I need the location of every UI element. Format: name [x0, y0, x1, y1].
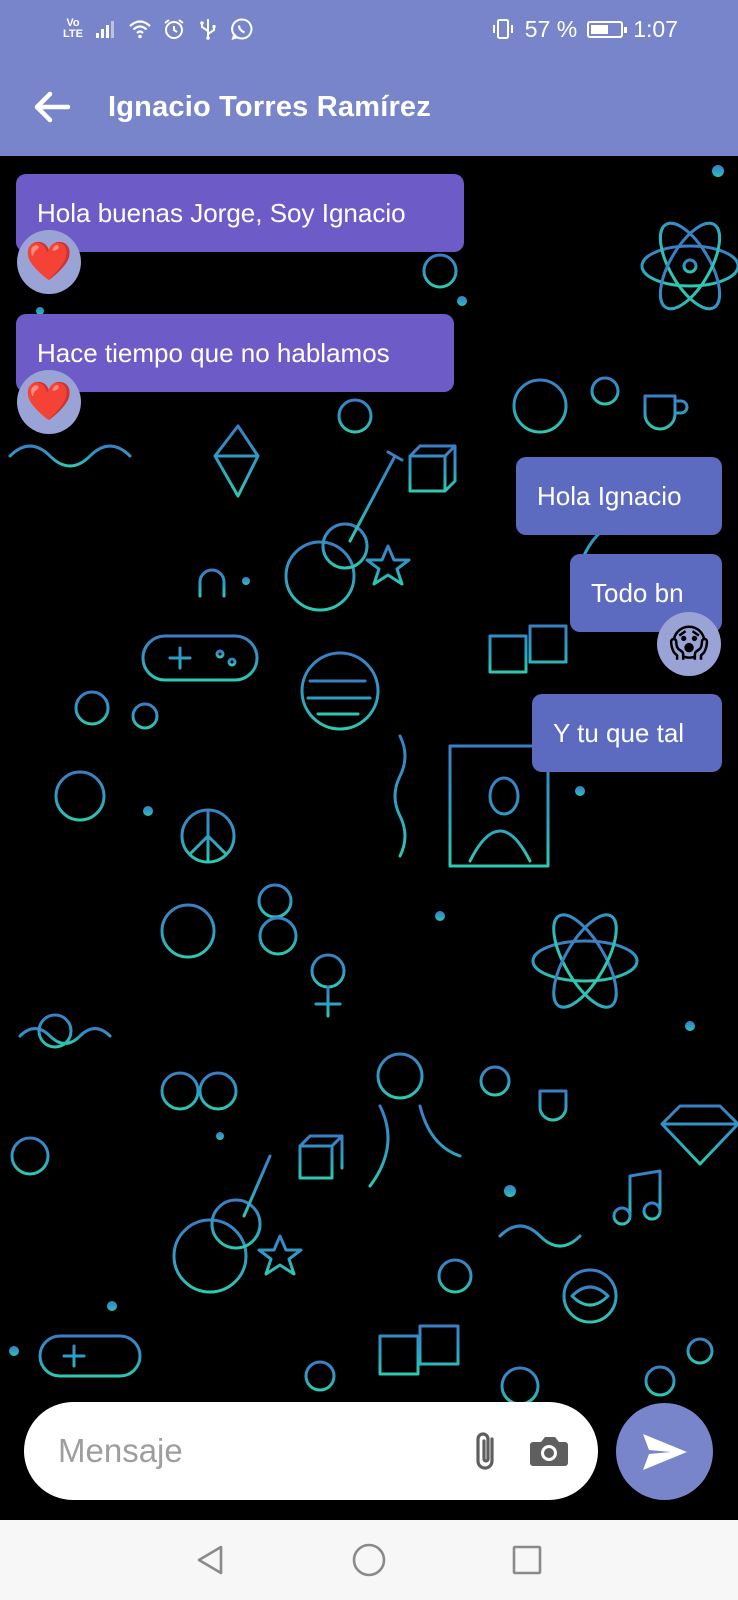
usb-icon	[200, 19, 216, 40]
message-reaction[interactable]: ❤️	[17, 370, 81, 434]
nav-back-button[interactable]	[191, 1540, 231, 1580]
message-text: Hola Ignacio	[537, 481, 682, 511]
status-bar: Vo LTE 57 % 1:07	[0, 0, 738, 58]
message-text: Y tu que tal	[553, 718, 685, 748]
battery-percent: 57 %	[524, 15, 578, 42]
whatsapp-icon	[231, 18, 253, 41]
message-text: Hola buenas Jorge, Soy Ignacio	[37, 198, 406, 228]
nav-back-icon	[197, 1545, 223, 1575]
status-left: Vo LTE	[62, 17, 254, 41]
message-text: Todo bn	[591, 578, 684, 608]
arrow-back-icon	[34, 91, 71, 123]
message-reaction[interactable]: 😱	[657, 612, 721, 676]
vibrate-icon	[492, 19, 513, 39]
system-navigation-bar	[0, 1520, 738, 1600]
camera-icon[interactable]	[527, 1429, 571, 1473]
signal-icon	[96, 21, 114, 38]
message-input[interactable]	[58, 1432, 438, 1470]
incoming-message[interactable]: Hola buenas Jorge, Soy Ignacio	[16, 174, 464, 252]
nav-recents-button[interactable]	[507, 1540, 547, 1580]
nav-home-icon	[352, 1543, 386, 1577]
chat-area[interactable]: Hola buenas Jorge, Soy Ignacio ❤️ Hace tie…	[0, 156, 738, 1520]
message-composer	[24, 1402, 598, 1500]
status-right: 57 % 1:07	[491, 16, 678, 43]
send-icon	[642, 1433, 687, 1470]
wifi-icon	[129, 20, 151, 39]
nav-home-button[interactable]	[349, 1540, 389, 1580]
contact-name: Ignacio Torres Ramírez	[108, 90, 431, 123]
alarm-icon	[164, 19, 184, 39]
outgoing-message[interactable]: Y tu que tal	[532, 694, 722, 772]
battery-level	[591, 24, 609, 34]
paperclip-icon[interactable]	[464, 1427, 512, 1475]
message-text: Hace tiempo que no hablamos	[37, 338, 390, 368]
volte-indicator: Vo LTE	[63, 17, 83, 40]
nav-recents-icon	[512, 1545, 542, 1575]
battery-icon	[587, 20, 628, 38]
back-button[interactable]	[22, 77, 82, 137]
incoming-message[interactable]: Hace tiempo que no hablamos	[16, 314, 454, 392]
message-reaction[interactable]: ❤️	[17, 230, 81, 294]
send-button[interactable]	[616, 1403, 713, 1500]
app-bar: Ignacio Torres Ramírez	[0, 58, 738, 156]
outgoing-message[interactable]: Hola Ignacio	[516, 457, 722, 535]
clock: 1:07	[633, 15, 678, 42]
